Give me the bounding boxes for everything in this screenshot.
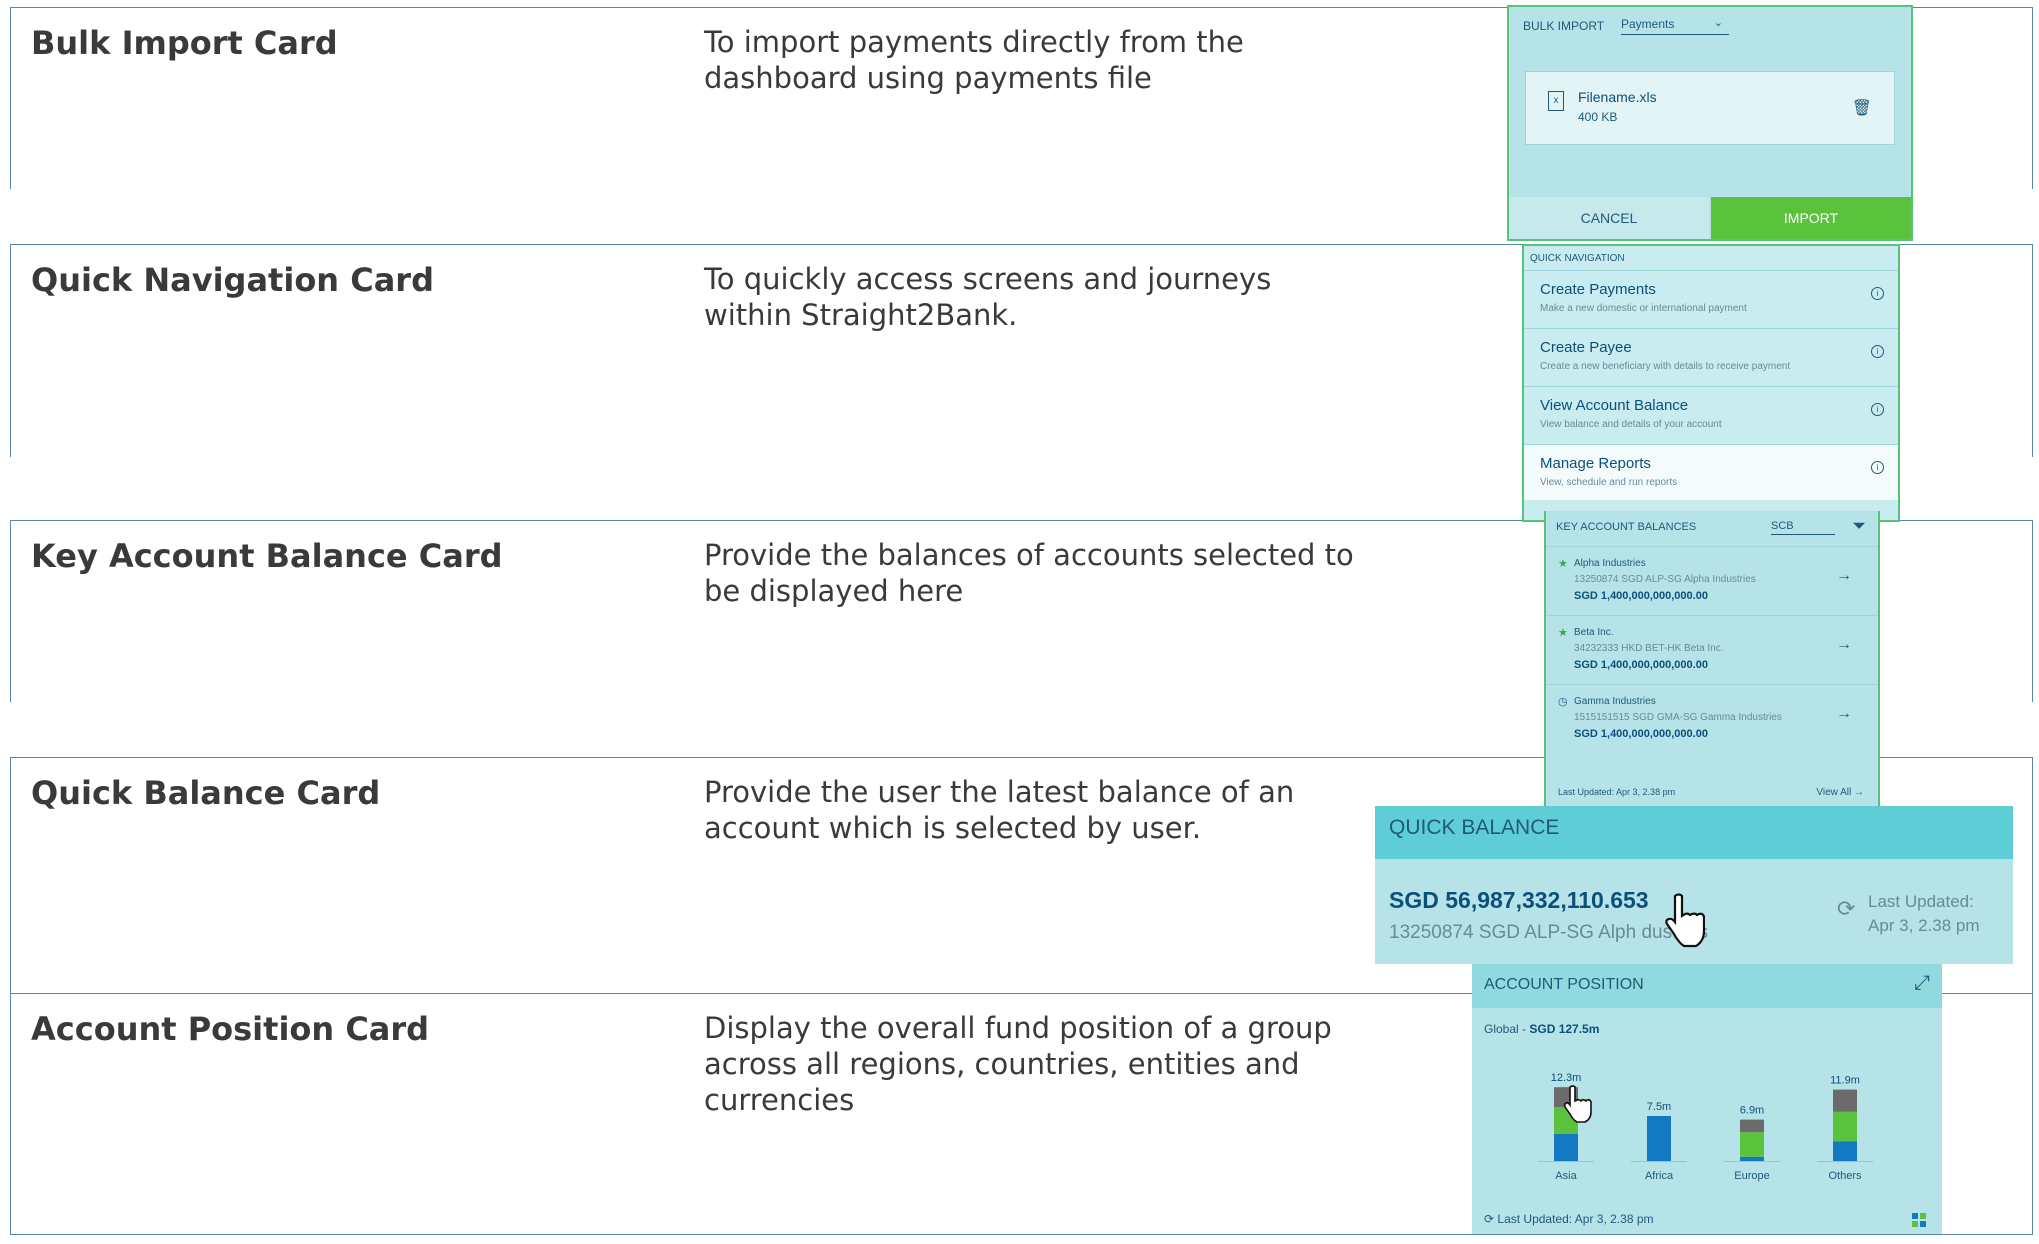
cancel-button[interactable]: CANCEL bbox=[1509, 197, 1709, 239]
refresh-icon[interactable]: ⟳ bbox=[1837, 896, 1855, 922]
nav-item-subtitle: View, schedule and run reports bbox=[1540, 477, 1678, 488]
balance-amount[interactable]: SGD 56,987,332,110.653 bbox=[1389, 887, 1649, 914]
bar-segment bbox=[1833, 1141, 1857, 1161]
last-updated: Last Updated: Apr 3, 2.38 pm bbox=[1558, 787, 1676, 797]
bulk-import-card: BULK IMPORT Payments ⌄ x Filename.xls 40… bbox=[1507, 5, 1913, 241]
account-name: Beta Inc. bbox=[1574, 627, 1614, 638]
account-detail: 1515151515 SGD GMA-SG Gamma Industries bbox=[1574, 712, 1782, 723]
bar-total-label: 11.9m bbox=[1830, 1075, 1860, 1087]
info-icon[interactable]: i bbox=[1871, 345, 1884, 358]
arrow-right-icon[interactable]: → bbox=[1836, 567, 1852, 585]
bar-total-label: 6.9m bbox=[1740, 1105, 1764, 1117]
star-icon: ★ bbox=[1558, 558, 1568, 570]
nav-item-create-payee[interactable]: Create Payee Create a new beneficiary wi… bbox=[1524, 328, 1898, 384]
row-description: To import payments directly from the das… bbox=[704, 25, 1244, 95]
account-label: 13250874 SGD ALP-SG Alph dustries bbox=[1389, 922, 1708, 943]
account-balance: SGD 1,400,000,000,000.00 bbox=[1574, 659, 1708, 671]
category-label: Europe bbox=[1734, 1170, 1769, 1182]
row-title: Key Account Balance Card bbox=[31, 537, 503, 575]
nav-item-title: Manage Reports bbox=[1540, 455, 1651, 472]
chevron-down-icon: ⌄ bbox=[1713, 17, 1723, 29]
dropdown-value: Payments bbox=[1621, 17, 1675, 31]
account-item[interactable]: ◷ Gamma Industries 1515151515 SGD GMA-SG… bbox=[1546, 684, 1878, 753]
global-total: Global - SGD 127.5m bbox=[1484, 1022, 1600, 1036]
quick-navigation-card: QUICK NAVIGATION Create Payments Make a … bbox=[1522, 244, 1900, 522]
payments-dropdown[interactable]: Payments ⌄ bbox=[1621, 17, 1729, 35]
nav-item-manage-reports[interactable]: Manage Reports View, schedule and run re… bbox=[1524, 444, 1898, 500]
last-updated-value: Apr 3, 2.38 pm bbox=[1868, 916, 1980, 935]
arrow-right-icon[interactable]: → bbox=[1836, 636, 1852, 654]
nav-item-title: Create Payments bbox=[1540, 281, 1656, 298]
account-balance: SGD 1,400,000,000,000.00 bbox=[1574, 590, 1708, 602]
nav-item-create-payments[interactable]: Create Payments Make a new domestic or i… bbox=[1524, 270, 1898, 326]
quick-balance-card: QUICK BALANCE SGD 56,987,332,110.653 132… bbox=[1375, 806, 2013, 964]
category-label: Others bbox=[1828, 1170, 1862, 1182]
row-title: Quick Navigation Card bbox=[31, 261, 434, 299]
card-header: QUICK NAVIGATION bbox=[1530, 253, 1625, 264]
row-description: Display the overall fund position of a g… bbox=[704, 1011, 1332, 1117]
bar-total-label: 12.3m bbox=[1551, 1072, 1582, 1084]
category-label: Africa bbox=[1645, 1170, 1674, 1182]
clock-icon: ◷ bbox=[1558, 696, 1568, 708]
account-item[interactable]: ★ Alpha Industries 13250874 SGD ALP-SG A… bbox=[1546, 546, 1878, 615]
account-detail: 13250874 SGD ALP-SG Alpha Industries bbox=[1574, 574, 1756, 585]
file-item: x Filename.xls 400 KB 🗑 bbox=[1525, 71, 1895, 145]
bar-total-label: 7.5m bbox=[1647, 1101, 1671, 1113]
info-icon[interactable]: i bbox=[1871, 287, 1884, 300]
account-balance: SGD 1,400,000,000,000.00 bbox=[1574, 728, 1708, 740]
nav-item-subtitle: View balance and details of your account bbox=[1540, 419, 1722, 430]
nav-item-subtitle: Make a new domestic or international pay… bbox=[1540, 303, 1747, 314]
bar-segment bbox=[1740, 1156, 1764, 1161]
star-icon: ★ bbox=[1558, 627, 1568, 639]
row-title: Account Position Card bbox=[31, 1010, 430, 1048]
select-value: SCB bbox=[1771, 520, 1794, 532]
row-title: Quick Balance Card bbox=[31, 774, 381, 812]
nav-item-title: View Account Balance bbox=[1540, 397, 1689, 414]
file-size: 400 KB bbox=[1578, 110, 1618, 124]
expand-icon[interactable]: ⤢ bbox=[1914, 972, 1930, 995]
button-bar: CANCEL IMPORT bbox=[1509, 197, 1911, 239]
account-detail: 34232333 HKD BET-HK Beta Inc. bbox=[1574, 643, 1724, 654]
file-name: Filename.xls bbox=[1578, 89, 1657, 105]
hand-cursor-icon bbox=[1665, 893, 1705, 948]
key-account-balances-card: KEY ACCOUNT BALANCES SCB ⏷ ★ Alpha Indus… bbox=[1544, 511, 1880, 811]
account-position-chart: 12.3m Asia 7.5m Africa 6.9m Europe 11.9m Others bbox=[1538, 1072, 1873, 1182]
grid-view-icon[interactable] bbox=[1912, 1213, 1926, 1227]
row-description: Provide the user the latest balance of a… bbox=[704, 775, 1295, 845]
filter-icon[interactable]: ⏷ bbox=[1852, 516, 1866, 536]
nav-item-title: Create Payee bbox=[1540, 339, 1632, 356]
nav-item-view-account-balance[interactable]: View Account Balance View balance and de… bbox=[1524, 386, 1898, 442]
card-header: ACCOUNT POSITION bbox=[1484, 976, 1644, 993]
bar-segment bbox=[1554, 1134, 1578, 1161]
bar-segment bbox=[1740, 1132, 1764, 1157]
bar-segment bbox=[1833, 1089, 1857, 1112]
view-all-link[interactable]: View All → bbox=[1816, 787, 1864, 798]
last-updated-label: Last Updated: bbox=[1868, 892, 1974, 911]
bar-segment bbox=[1740, 1119, 1764, 1133]
last-updated: ⟳ Last Updated: Apr 3, 2.38 pm bbox=[1484, 1212, 1654, 1226]
bar-segment bbox=[1647, 1116, 1671, 1161]
account-name: Alpha Industries bbox=[1574, 558, 1646, 569]
row-description: To quickly access screens and journeys w… bbox=[704, 262, 1272, 332]
info-icon[interactable]: i bbox=[1871, 403, 1884, 416]
bar-segment bbox=[1833, 1111, 1857, 1142]
nav-item-subtitle: Create a new beneficiary with details to… bbox=[1540, 361, 1791, 372]
import-button[interactable]: IMPORT bbox=[1711, 197, 1911, 239]
trash-icon[interactable]: 🗑 bbox=[1852, 98, 1872, 118]
card-header: KEY ACCOUNT BALANCES bbox=[1556, 521, 1697, 533]
account-name: Gamma Industries bbox=[1574, 696, 1656, 707]
card-header: BULK IMPORT bbox=[1523, 19, 1605, 33]
info-icon[interactable]: i bbox=[1871, 461, 1884, 474]
row-description: Provide the balances of accounts selecte… bbox=[704, 538, 1354, 608]
arrow-right-icon[interactable]: → bbox=[1836, 705, 1852, 723]
xls-file-icon: x bbox=[1548, 91, 1564, 111]
account-position-card: ACCOUNT POSITION ⤢ Global - SGD 127.5m 1… bbox=[1472, 964, 1942, 1234]
category-label: Asia bbox=[1555, 1170, 1577, 1182]
bank-select[interactable]: SCB bbox=[1771, 520, 1835, 535]
account-item[interactable]: ★ Beta Inc. 34232333 HKD BET-HK Beta Inc… bbox=[1546, 615, 1878, 684]
card-header: QUICK BALANCE bbox=[1389, 816, 1560, 839]
row-title: Bulk Import Card bbox=[31, 24, 338, 62]
